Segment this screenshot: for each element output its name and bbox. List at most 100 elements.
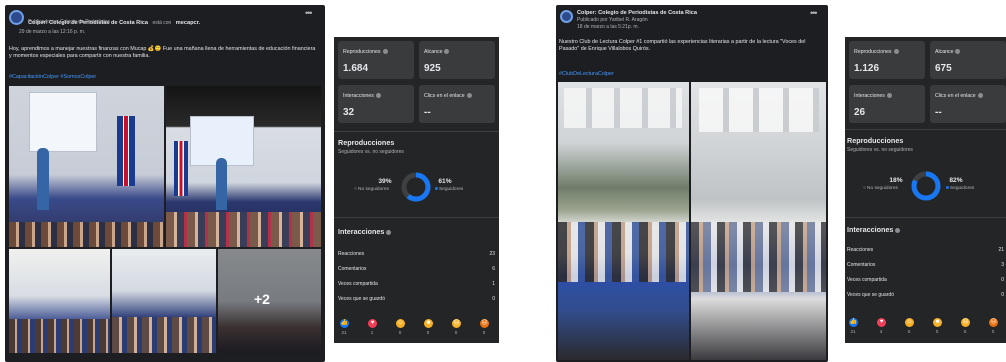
metric-label: Reproducciones <box>854 49 892 55</box>
more-options-icon[interactable]: ••• <box>810 8 818 18</box>
row-value-comments: 3 <box>1001 262 1004 268</box>
metric-label: Clics en el enlace <box>424 93 465 99</box>
reaction-count: 0 <box>454 330 458 335</box>
page-avatar[interactable] <box>560 10 573 23</box>
info-icon[interactable] <box>382 49 388 55</box>
section-title-plays: Reproducciones <box>847 136 904 145</box>
divider <box>334 131 499 132</box>
follower-percent: 61% <box>438 178 452 185</box>
metric-card-link-clicks: Clics en el enlace -- <box>930 85 1006 123</box>
row-value-saves: 0 <box>1001 292 1004 298</box>
ceiling-lights <box>564 88 682 128</box>
post-photo-5[interactable]: +2 <box>218 249 321 353</box>
haha-icon: ☻ <box>933 318 942 327</box>
angry-icon: ☹ <box>989 318 998 327</box>
metric-label: Clics en el enlace <box>935 93 976 99</box>
reaction-count: 1 <box>370 330 374 335</box>
section-title-interactions: Interacciones <box>847 225 901 234</box>
row-value-saves: 0 <box>492 296 495 302</box>
metric-value: 675 <box>935 63 952 74</box>
insights-panel-1: Reproducciones 1.684 Alcance 925 Interac… <box>334 37 499 343</box>
row-label-comments: Comentarios <box>847 262 876 268</box>
row-value-comments: 6 <box>492 266 495 272</box>
legend-dot-icon <box>863 186 866 190</box>
wow-icon: ☹ <box>452 319 461 328</box>
post-hashtags[interactable]: #ClubDeLecturaColper <box>559 71 614 77</box>
reaction-count: 0 <box>963 329 967 334</box>
section-subtitle: Seguidores vs. no seguidores <box>847 147 913 153</box>
follower-percent: 82% <box>949 177 963 184</box>
divider <box>845 129 1006 130</box>
info-icon[interactable] <box>444 49 450 55</box>
love-icon: ♥ <box>877 318 886 327</box>
info-icon[interactable] <box>893 49 899 55</box>
post-hashtags[interactable]: #CapacitaciónColper #SomosColper <box>9 74 96 80</box>
people-group <box>558 222 689 282</box>
reaction-count: 0 <box>907 329 911 334</box>
reaction-count: 0 <box>426 330 430 335</box>
metric-card-interactions: Interacciones 26 <box>849 85 925 123</box>
divider <box>334 217 499 218</box>
post-date[interactable]: 29 de marzo a las 12:16 p. m. <box>19 29 85 35</box>
published-by: Publicado por Colegio de Periodistas <box>28 19 110 25</box>
reaction-count: 21 <box>850 329 856 334</box>
row-value-shares: 1 <box>492 281 495 287</box>
info-icon[interactable] <box>886 93 892 99</box>
post-text: Hoy, aprendimos a manejar nuestras finan… <box>9 46 316 60</box>
published-by: Publicado por Yaribel R. Aragón <box>577 17 648 23</box>
metric-label: Interacciones <box>343 93 374 99</box>
more-options-icon[interactable]: ••• <box>305 8 313 18</box>
info-icon[interactable] <box>375 93 381 99</box>
metric-value: -- <box>424 107 431 118</box>
row-value-shares: 0 <box>1001 277 1004 283</box>
audience <box>9 222 164 247</box>
people-group <box>691 222 826 292</box>
audience <box>9 319 110 353</box>
projection-screen <box>29 92 97 152</box>
metric-card-reach: Alcance 675 <box>930 41 1006 79</box>
row-label-saves: Veces que se guardó <box>847 292 894 298</box>
reaction-count: 0 <box>398 330 402 335</box>
legend-dot-icon <box>946 186 949 190</box>
legend-dot-icon <box>354 187 357 191</box>
audience <box>112 317 216 353</box>
metric-card-interactions: Interacciones 32 <box>338 85 414 123</box>
follower-label: Seguidores <box>946 186 974 191</box>
post-photo-3[interactable] <box>9 249 110 353</box>
post-text: Nuestro Club de Lectura Colper #1 compar… <box>559 39 806 53</box>
page-avatar[interactable] <box>9 10 24 25</box>
more-photos-count[interactable]: +2 <box>254 291 270 307</box>
post-card-1: Colper: Colegio de Periodistas de Costa … <box>5 5 325 362</box>
divider <box>845 217 1006 218</box>
info-icon[interactable] <box>466 93 472 99</box>
like-icon: 👍 <box>340 319 349 328</box>
post-photo-2[interactable] <box>166 86 321 247</box>
metric-value: 1.126 <box>854 63 880 74</box>
post-photo-1[interactable] <box>9 86 164 247</box>
page-name[interactable]: Colper: Colegio de Periodistas de Costa … <box>577 10 697 16</box>
metric-label: Alcance <box>424 49 443 55</box>
flag <box>117 116 135 186</box>
legend-dot-icon <box>435 187 438 191</box>
row-label-reactions: Reacciones <box>847 247 874 253</box>
post-date[interactable]: 18 de marzo a las 5:21p. m. <box>577 24 639 30</box>
info-icon[interactable] <box>386 229 392 235</box>
metric-card-reach: Alcance 925 <box>419 41 495 79</box>
info-icon[interactable] <box>977 93 983 99</box>
post-card-2: Colper: Colegio de Periodistas de Costa … <box>556 5 828 362</box>
metric-value: -- <box>935 107 942 118</box>
reaction-count: 4 <box>879 329 883 334</box>
insights-panel-2: Reproducciones 1.126 Alcance 675 Interac… <box>845 37 1006 343</box>
reaction-count: 0 <box>991 329 995 334</box>
nonfollower-label: No seguidores <box>354 187 389 192</box>
reaction-count: 0 <box>935 329 939 334</box>
care-icon: ☺ <box>396 319 405 328</box>
tagged-account[interactable]: mecapcr. <box>176 20 200 26</box>
post-photo-1[interactable] <box>558 82 689 360</box>
info-icon[interactable] <box>955 49 961 55</box>
angry-icon: ☹ <box>480 319 489 328</box>
section-title-plays: Reproducciones <box>338 138 395 147</box>
post-photo-2[interactable] <box>691 82 826 360</box>
post-photo-4[interactable] <box>112 249 216 353</box>
info-icon[interactable] <box>895 227 901 233</box>
